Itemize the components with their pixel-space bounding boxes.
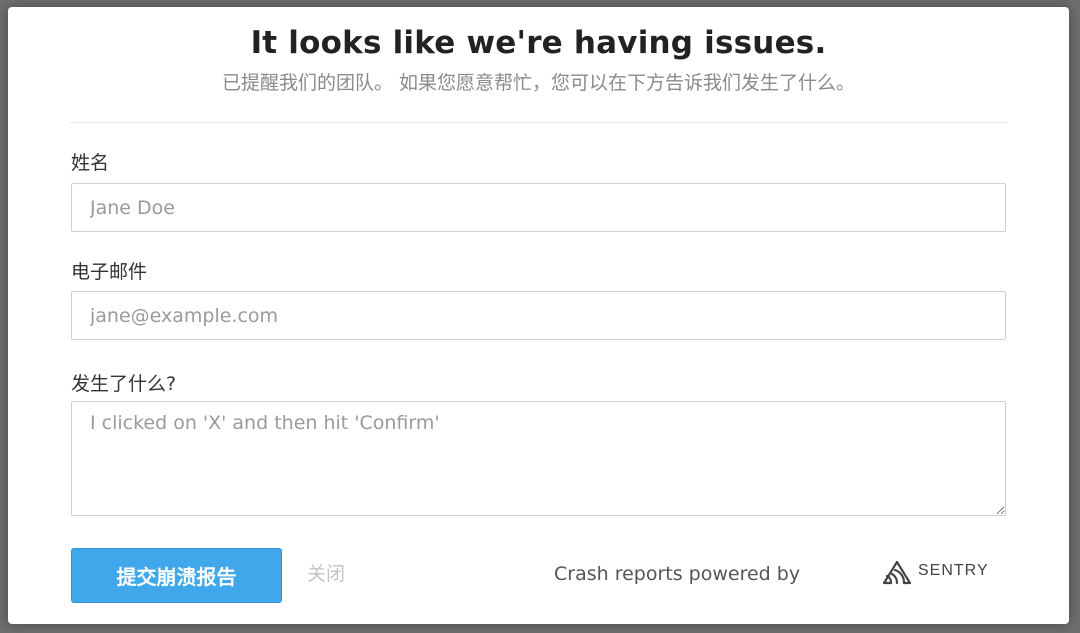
crash-report-dialog: It looks like we're having issues. 已提醒我们… [8, 7, 1069, 624]
close-link[interactable]: 关闭 [307, 559, 345, 586]
email-input[interactable] [71, 291, 1006, 340]
header-divider [70, 122, 1007, 123]
sentry-logo-icon [882, 560, 912, 585]
submit-crash-report-button[interactable]: 提交崩溃报告 [71, 548, 282, 603]
powered-by-text: Crash reports powered by [554, 563, 801, 585]
email-label: 电子邮件 [71, 261, 148, 283]
comments-label: 发生了什么? [71, 373, 177, 395]
sentry-brand-name: SENTRY [918, 562, 989, 579]
dialog-subtitle: 已提醒我们的团队。 如果您愿意帮忙，您可以在下方告诉我们发生了什么。 [221, 72, 856, 94]
comments-textarea[interactable] [71, 401, 1006, 516]
name-input[interactable] [71, 183, 1006, 232]
name-label: 姓名 [71, 152, 110, 174]
dialog-title: It looks like we're having issues. [250, 25, 827, 61]
